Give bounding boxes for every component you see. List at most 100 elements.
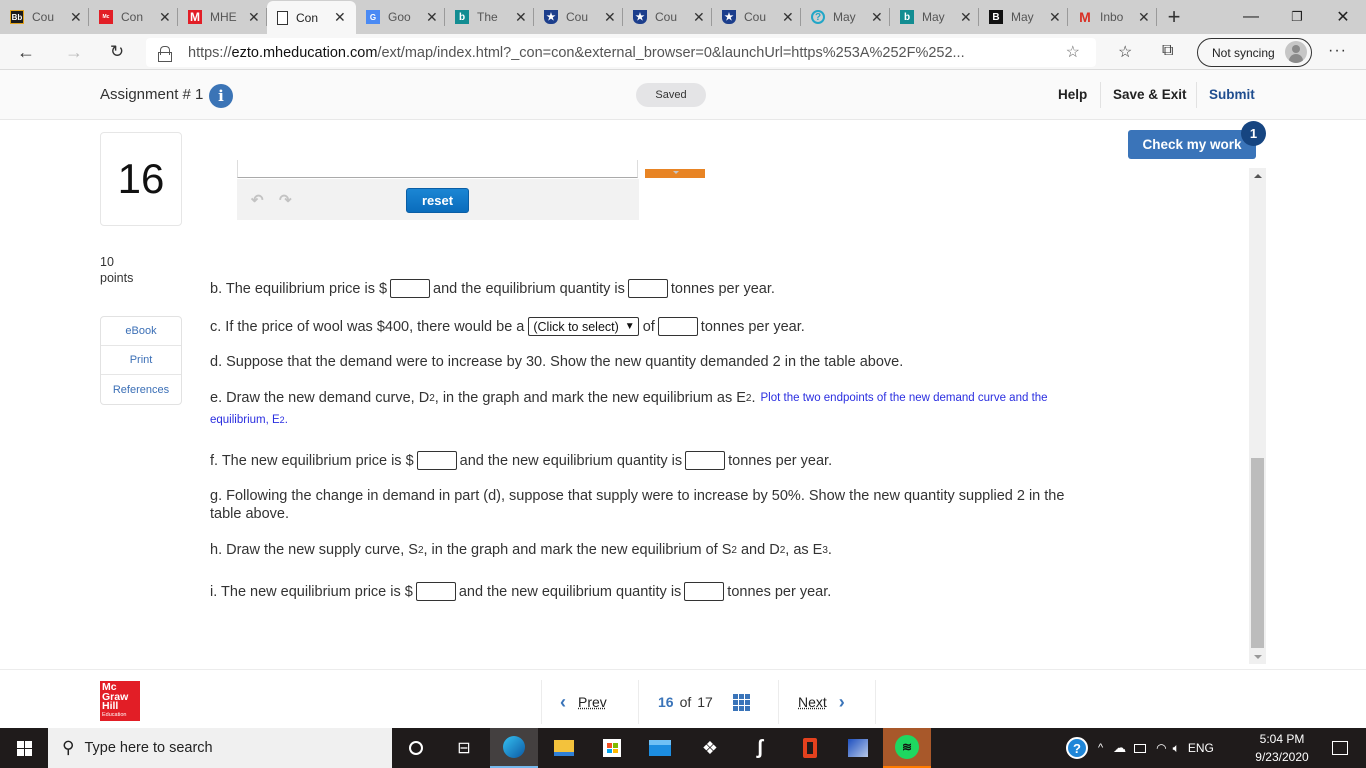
- url-host: ezto.mheducation.com: [231, 44, 378, 61]
- restore-icon[interactable]: ❐: [1274, 0, 1320, 34]
- references-link[interactable]: References: [101, 375, 181, 404]
- close-tab-icon[interactable]: ✕: [693, 9, 705, 26]
- redo-icon[interactable]: ↷: [279, 191, 295, 209]
- browser-tab[interactable]: b May ✕: [890, 0, 979, 34]
- mail-button[interactable]: [636, 728, 684, 768]
- next-button[interactable]: Next ›: [798, 680, 845, 724]
- language-indicator[interactable]: ENG: [1188, 741, 1214, 755]
- close-tab-icon[interactable]: ✕: [70, 9, 82, 26]
- question-grid-icon[interactable]: [732, 693, 750, 711]
- minimize-icon[interactable]: —: [1228, 0, 1274, 34]
- close-tab-icon[interactable]: ✕: [515, 9, 527, 26]
- close-tab-icon[interactable]: ✕: [782, 9, 794, 26]
- equilibrium-price-input[interactable]: [390, 279, 431, 298]
- close-tab-icon[interactable]: ✕: [871, 9, 883, 26]
- spotify-button[interactable]: ≋: [883, 728, 931, 768]
- surplus-shortage-select[interactable]: (Click to select) ▼: [528, 317, 639, 336]
- close-tab-icon[interactable]: ✕: [159, 9, 171, 26]
- help-tray-icon[interactable]: ?: [1066, 737, 1088, 759]
- app-button[interactable]: ʃ: [736, 728, 784, 768]
- graph-tool-palette-toggle[interactable]: [645, 169, 705, 178]
- close-tab-icon[interactable]: ✕: [334, 9, 346, 26]
- office-button[interactable]: [786, 728, 834, 768]
- reset-button[interactable]: reset: [406, 188, 469, 213]
- close-tab-icon[interactable]: ✕: [426, 9, 438, 26]
- browser-tab[interactable]: ? May ✕: [801, 0, 890, 34]
- dropbox-button[interactable]: ❖: [686, 728, 734, 768]
- scroll-down-arrow-icon[interactable]: [1254, 655, 1262, 659]
- more-options-icon[interactable]: ···: [1328, 42, 1347, 60]
- close-tab-icon[interactable]: ✕: [1138, 9, 1150, 26]
- ebook-link[interactable]: eBook: [101, 317, 181, 346]
- part-e-text: , in the graph and mark the new equilibr…: [434, 390, 746, 406]
- scroll-up-arrow-icon[interactable]: [1254, 174, 1262, 178]
- final-equilibrium-price-input[interactable]: [415, 582, 456, 601]
- prev-button[interactable]: ‹ Prev: [560, 680, 607, 724]
- logo-text: Education: [102, 711, 127, 718]
- new-equilibrium-price-input[interactable]: [416, 451, 457, 470]
- new-tab-button[interactable]: +: [1157, 0, 1191, 34]
- battery-icon[interactable]: [1134, 743, 1147, 753]
- content-scrollbar[interactable]: [1249, 168, 1266, 664]
- print-link[interactable]: Print: [101, 346, 181, 375]
- page-indicator[interactable]: 16 of 17: [658, 680, 750, 724]
- browser-tab-active[interactable]: Con ✕: [267, 1, 356, 34]
- browser-tab[interactable]: G Goo ✕: [356, 0, 445, 34]
- save-exit-link[interactable]: Save & Exit: [1113, 87, 1187, 102]
- next-label: Next: [798, 694, 827, 710]
- cortana-button[interactable]: [392, 728, 440, 768]
- check-my-work-button[interactable]: Check my work: [1128, 130, 1256, 159]
- file-explorer-button[interactable]: [540, 728, 588, 768]
- collections-icon[interactable]: ⧉: [1162, 42, 1173, 60]
- graph-canvas-bottom[interactable]: [237, 160, 638, 178]
- favorites-icon[interactable]: ☆: [1118, 42, 1132, 62]
- final-equilibrium-quantity-input[interactable]: [684, 582, 725, 601]
- browser-tab[interactable]: ★ Cou ✕: [534, 0, 623, 34]
- browser-tab[interactable]: ★ Cou ✕: [712, 0, 801, 34]
- equilibrium-quantity-input[interactable]: [627, 279, 668, 298]
- profile-sync-button[interactable]: Not syncing: [1197, 38, 1312, 67]
- taskbar-search-input[interactable]: ⚲ Type here to search: [48, 728, 392, 768]
- forward-arrow-icon[interactable]: →: [60, 38, 88, 66]
- browser-tab[interactable]: ★ Cou ✕: [623, 0, 712, 34]
- add-favorite-icon[interactable]: ☆: [1066, 42, 1080, 62]
- store-button[interactable]: [588, 728, 636, 768]
- mhe-m-icon: M: [188, 10, 202, 24]
- close-tab-icon[interactable]: ✕: [1049, 9, 1061, 26]
- task-view-button[interactable]: ⊟: [440, 728, 488, 768]
- sync-label: Not syncing: [1212, 45, 1275, 60]
- part-b-text: b. The equilibrium price is $: [210, 280, 388, 297]
- scrollbar-thumb[interactable]: [1251, 458, 1264, 648]
- surplus-shortage-amount-input[interactable]: [657, 317, 698, 336]
- browser-tab[interactable]: B May ✕: [979, 0, 1068, 34]
- volume-icon[interactable]: 🔈︎: [1173, 741, 1180, 756]
- onedrive-icon[interactable]: ☁: [1113, 740, 1126, 756]
- close-tab-icon[interactable]: ✕: [960, 9, 972, 26]
- info-icon[interactable]: i: [209, 84, 233, 108]
- clock[interactable]: 5:04 PM 9/23/2020: [1246, 730, 1318, 766]
- browser-tab[interactable]: b The ✕: [445, 0, 534, 34]
- remote-desktop-button[interactable]: [834, 728, 882, 768]
- undo-icon[interactable]: ↶: [251, 191, 267, 209]
- tab-title: MHE: [210, 10, 237, 24]
- browser-tab[interactable]: M MHE ✕: [178, 0, 267, 34]
- question-part-h: h. Draw the new supply curve, S2, in the…: [210, 542, 832, 558]
- help-link[interactable]: Help: [1058, 87, 1087, 102]
- wifi-icon[interactable]: ◠: [1156, 741, 1166, 755]
- close-window-icon[interactable]: ✕: [1320, 0, 1366, 34]
- points-label: points: [100, 271, 134, 285]
- browser-tab[interactable]: Bb Cou ✕: [0, 0, 89, 34]
- close-tab-icon[interactable]: ✕: [248, 9, 260, 26]
- action-center-button[interactable]: [1316, 728, 1364, 768]
- refresh-icon[interactable]: ↻: [103, 38, 131, 66]
- browser-tab[interactable]: Mc Con ✕: [89, 0, 178, 34]
- edge-taskbar-button[interactable]: [490, 728, 538, 768]
- back-arrow-icon[interactable]: ←: [12, 38, 40, 66]
- new-equilibrium-quantity-input[interactable]: [685, 451, 726, 470]
- close-tab-icon[interactable]: ✕: [604, 9, 616, 26]
- chevron-up-icon[interactable]: ^: [1098, 742, 1103, 754]
- submit-link[interactable]: Submit: [1209, 87, 1255, 102]
- browser-tab[interactable]: M Inbo ✕: [1068, 0, 1157, 34]
- start-button[interactable]: [0, 728, 48, 768]
- url-input[interactable]: https://ezto.mheducation.com/ext/map/ind…: [146, 38, 1096, 67]
